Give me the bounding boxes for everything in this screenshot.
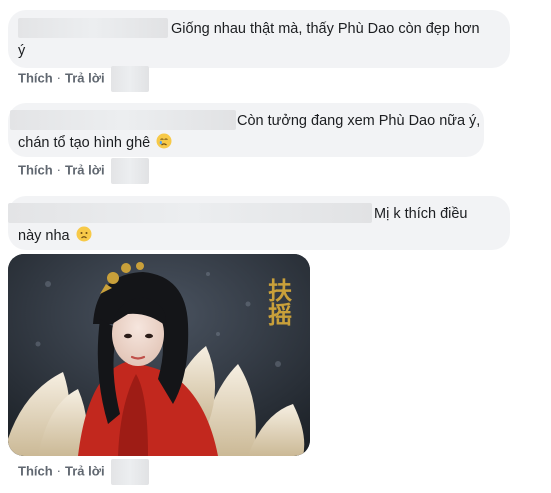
drama-still-image: 扶摇 [8,254,310,456]
like-button[interactable]: Thích [18,70,53,85]
timestamp-redacted[interactable] [110,158,149,184]
comment-bubble-3: Mị k thích điều này nha [8,196,510,250]
reply-button[interactable]: Trả lời [65,70,105,85]
drama-title-watermark: 扶摇 [264,278,293,327]
comment-text-continued: chán tổ tạo hình ghê [18,132,172,154]
timestamp-redacted[interactable] [110,66,149,92]
commenter-name-redacted[interactable] [18,18,168,38]
comment-actions-2: Thích · Trả lời [18,158,149,184]
commenter-name-redacted[interactable] [8,203,372,223]
comment-text: Mị k thích điều [374,206,468,222]
comment-actions-3: Thích · Trả lời [18,459,149,485]
timestamp-redacted[interactable] [110,459,149,485]
action-separator: · [56,162,62,178]
reply-button[interactable]: Trả lời [65,463,105,478]
comment-bubble-2: Còn tưởng đang xem Phù Dao nữa ý, chán t… [8,103,484,157]
action-separator: · [56,70,62,86]
action-separator: · [56,463,62,479]
comment-text: Giống nhau thật mà, thấy Phù Dao còn đẹp… [171,21,480,37]
comment-image-attachment[interactable]: 扶摇 [8,254,310,456]
comment-text-continued: ý [18,43,26,59]
comment-text: Còn tưởng đang xem Phù Dao nữa ý, [237,113,481,129]
commenter-name-redacted[interactable] [10,110,236,130]
comment-text-continued: này nha [18,225,92,247]
comment-bubble-1: Giống nhau thật mà, thấy Phù Dao còn đẹp… [8,10,510,68]
like-button[interactable]: Thích [18,162,53,177]
disappointed-face-icon [76,226,92,242]
crying-face-icon [156,133,172,149]
comment-actions-1: Thích · Trả lời [18,66,149,92]
like-button[interactable]: Thích [18,463,53,478]
reply-button[interactable]: Trả lời [65,162,105,177]
